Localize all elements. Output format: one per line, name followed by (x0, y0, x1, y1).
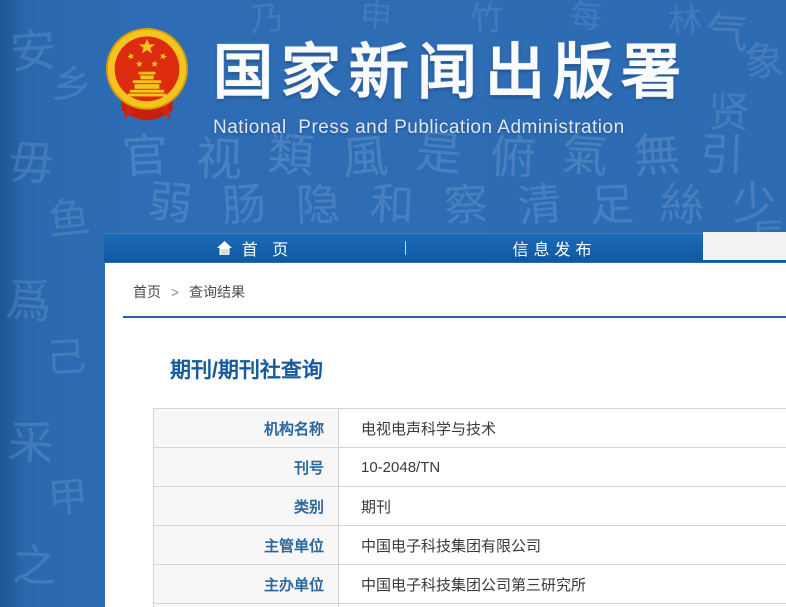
field-value: 中国电子科技集团公司第三研究所 (339, 565, 786, 604)
site-title: 国家新闻出版署 (213, 24, 689, 111)
field-value: 期刊 (339, 487, 786, 526)
nav-item-home[interactable]: 首 页 (104, 234, 405, 262)
home-icon (216, 240, 233, 256)
field-label: 主管单位 (154, 526, 339, 565)
nav-item-label: 信息发布 (512, 236, 596, 260)
field-value: 电视电声科学与技术 (339, 409, 786, 448)
nav-item-info-release[interactable]: 信息发布 (406, 234, 703, 262)
page-title: 期刊/期刊社查询 (170, 358, 786, 383)
field-label (154, 604, 339, 607)
nav-item-label: 首 页 (242, 236, 293, 260)
field-label: 主办单位 (154, 565, 339, 604)
table-row-partial (154, 604, 786, 607)
field-value (339, 604, 786, 607)
main-nav: 首 页 信息发布 (104, 233, 786, 262)
field-label: 刊号 (154, 448, 339, 487)
table-row: 主办单位 中国电子科技集团公司第三研究所 (154, 565, 786, 604)
table-row: 主管单位 中国电子科技集团有限公司 (154, 526, 786, 565)
breadcrumb-current: 查询结果 (189, 284, 245, 300)
field-label: 机构名称 (154, 409, 339, 448)
breadcrumb-divider-line (123, 316, 786, 318)
field-value: 中国电子科技集团有限公司 (339, 526, 786, 565)
field-label: 类别 (154, 487, 339, 526)
table-row: 刊号 10-2048/TN (154, 448, 786, 487)
site-subtitle: National Press and Publication Administr… (213, 117, 689, 139)
result-table: 机构名称 电视电声科学与技术 刊号 10-2048/TN 类别 期刊 主管单位 … (153, 408, 786, 607)
content-panel: 首页 > 查询结果 期刊/期刊社查询 机构名称 电视电声科学与技术 刊号 10-… (105, 263, 786, 607)
breadcrumb: 首页 > 查询结果 (133, 282, 786, 302)
national-emblem-icon (104, 26, 190, 125)
site-header: 国家新闻出版署 National Press and Publication A… (0, 0, 786, 233)
table-row: 类别 期刊 (154, 487, 786, 526)
table-row: 机构名称 电视电声科学与技术 (154, 409, 786, 448)
nav-active-tab[interactable] (703, 232, 786, 260)
site-brand: 国家新闻出版署 National Press and Publication A… (213, 24, 689, 139)
field-value: 10-2048/TN (339, 448, 786, 487)
national-emblem-logo (104, 26, 190, 125)
breadcrumb-separator: > (171, 284, 179, 300)
breadcrumb-home-link[interactable]: 首页 (133, 284, 161, 300)
